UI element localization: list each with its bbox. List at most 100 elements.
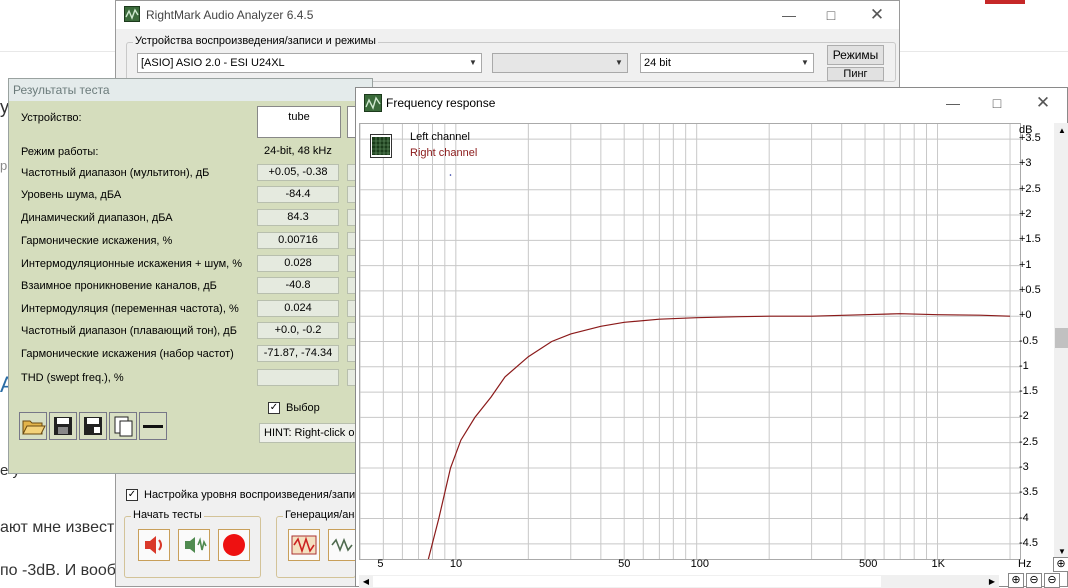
legend-left-channel: Left channel — [410, 131, 470, 143]
y-tick-label: +3.5 — [1019, 132, 1041, 145]
result-label: Гармонические искажения, % — [21, 235, 173, 247]
rmaa-app-icon — [124, 6, 140, 22]
y-tick-label: -0.5 — [1019, 334, 1038, 347]
hint-box: HINT: Right-click o — [259, 423, 359, 443]
minimize-icon[interactable]: — — [938, 92, 968, 114]
x-tick-label: 5 — [377, 558, 384, 570]
close-icon[interactable]: ✕ — [1028, 92, 1058, 114]
scroll-thumb[interactable] — [1055, 328, 1068, 348]
result-value: 84.3 — [257, 209, 339, 226]
right-channel-line — [425, 313, 1011, 570]
result-label: THD (swept freq.), % — [21, 372, 124, 384]
maximize-icon[interactable]: □ — [982, 92, 1012, 114]
fr-window-title: Frequency response — [386, 96, 496, 110]
x-tick-label: 100 — [690, 558, 710, 570]
device-tab[interactable]: tube — [257, 106, 341, 138]
playback-level-checkbox[interactable]: ✓ — [126, 489, 138, 501]
result-value: -71.87, -74.34 — [257, 345, 339, 362]
floppy-multi-icon — [84, 417, 102, 435]
maximize-icon[interactable]: □ — [816, 4, 846, 26]
y-tick-label: -1 — [1019, 359, 1029, 372]
ping-button[interactable]: Пинг — [827, 67, 884, 81]
fr-app-icon — [364, 94, 382, 112]
result-value: +0.05, -0.38 — [257, 164, 339, 181]
y-tick-label: +1 — [1019, 258, 1032, 271]
results-window: Результаты теста Устройство: tube Режим … — [8, 78, 377, 474]
result-label: Уровень шума, дБА — [21, 189, 122, 201]
modes-button[interactable]: Режимы — [827, 45, 884, 65]
mode-value: 24-bit, 48 kHz — [264, 145, 332, 157]
result-label: Динамический диапазон, дБА — [21, 212, 173, 224]
x-tick-label: 10 — [449, 558, 463, 570]
frequency-response-chart — [359, 124, 1020, 570]
result-label: Взаимное проникновение каналов, дБ — [21, 280, 217, 292]
analyze-button[interactable] — [328, 529, 356, 561]
zoom-in-icon[interactable]: ⊕ — [1008, 573, 1024, 588]
playback-test-button[interactable] — [178, 529, 210, 561]
save-button[interactable] — [49, 412, 77, 440]
y-tick-label: +0.5 — [1019, 283, 1041, 296]
zoom-out-icon[interactable]: ⊖ — [1026, 573, 1042, 588]
x-tick-label: 500 — [859, 558, 878, 570]
close-icon[interactable]: ✕ — [862, 4, 892, 26]
zoom-y-icon[interactable]: ⊕ — [1053, 557, 1068, 572]
speaker-wave-icon — [185, 537, 207, 553]
x-tick-label: 50 — [618, 558, 631, 570]
bg-text-fragment: по -3dB. И вооб — [0, 562, 116, 579]
minimize-icon[interactable]: — — [774, 4, 804, 26]
y-tick-label: +2 — [1019, 208, 1032, 221]
scroll-up-icon[interactable]: ▲ — [1054, 123, 1068, 139]
floppy-icon — [54, 417, 72, 435]
result-value: 0.00716 — [257, 232, 339, 249]
left-channel-marker — [449, 174, 452, 176]
bits-select-value: 24 bit — [644, 57, 671, 69]
y-tick-label: -3 — [1019, 460, 1029, 473]
zoom-reset-icon[interactable]: ⊖ — [1044, 573, 1060, 588]
analyze-wave-icon — [331, 537, 353, 553]
devices-group-label: Устройства воспроизведения/записи и режи… — [133, 35, 378, 47]
bg-text-fragment: ают мне извест — [0, 519, 115, 536]
result-label: Частотный диапазон (плавающий тон), дБ — [21, 325, 237, 337]
y-tick-label: -2.5 — [1019, 435, 1038, 448]
main-titlebar: RightMark Audio Analyzer 6.4.5 — □ ✕ — [116, 1, 899, 29]
save-as-button[interactable] — [79, 412, 107, 440]
minus-line-icon — [143, 425, 163, 428]
separator-button[interactable] — [139, 412, 167, 440]
select-checkbox[interactable]: ✓ — [268, 402, 280, 414]
start-tests-label: Начать тесты — [131, 509, 204, 521]
speaker-test-button[interactable] — [138, 529, 170, 561]
record-button[interactable] — [218, 529, 250, 561]
result-label: Интермодуляционные искажения + шум, % — [21, 258, 243, 270]
vertical-scrollbar[interactable]: ▲ ▼ — [1054, 123, 1068, 560]
horizontal-scrollbar[interactable]: ◀ ▶ — [359, 575, 999, 588]
chevron-down-icon: ▼ — [801, 58, 809, 67]
generation-label: Генерация/ана — [283, 509, 363, 521]
h-scroll-track[interactable] — [373, 576, 881, 587]
scroll-right-icon[interactable]: ▶ — [985, 575, 999, 588]
browser-red-button[interactable] — [985, 0, 1025, 4]
bits-select[interactable]: 24 bit ▼ — [640, 53, 814, 73]
y-tick-label: -3.5 — [1019, 486, 1038, 499]
copy-pages-icon — [114, 416, 133, 437]
y-tick-label: +2.5 — [1019, 182, 1041, 195]
device-label: Устройство: — [21, 112, 82, 124]
disabled-select[interactable]: ▼ — [492, 53, 628, 73]
bg-text-fragment: р — [0, 158, 8, 173]
open-folder-button[interactable] — [19, 412, 47, 440]
result-label: Гармонические искажения (набор частот) — [21, 348, 234, 360]
results-window-title: Результаты теста — [13, 83, 110, 97]
device-select[interactable]: [ASIO] ASIO 2.0 - ESI U24XL ▼ — [137, 53, 482, 73]
chevron-down-icon: ▼ — [615, 58, 623, 67]
result-value: -84.4 — [257, 186, 339, 203]
y-tick-label: -4.5 — [1019, 536, 1038, 549]
grid-horizontal — [360, 138, 1020, 545]
generate-button[interactable] — [288, 529, 320, 561]
copy-button[interactable] — [109, 412, 137, 440]
y-tick-label: +1.5 — [1019, 233, 1041, 246]
grid-chart-icon — [372, 137, 390, 155]
result-label: Частотный диапазон (мультитон), дБ — [21, 167, 210, 179]
select-checkbox-label: Выбор — [286, 402, 320, 414]
chevron-down-icon: ▼ — [469, 58, 477, 67]
speaker-icon — [145, 536, 162, 554]
scroll-left-icon[interactable]: ◀ — [359, 575, 373, 588]
